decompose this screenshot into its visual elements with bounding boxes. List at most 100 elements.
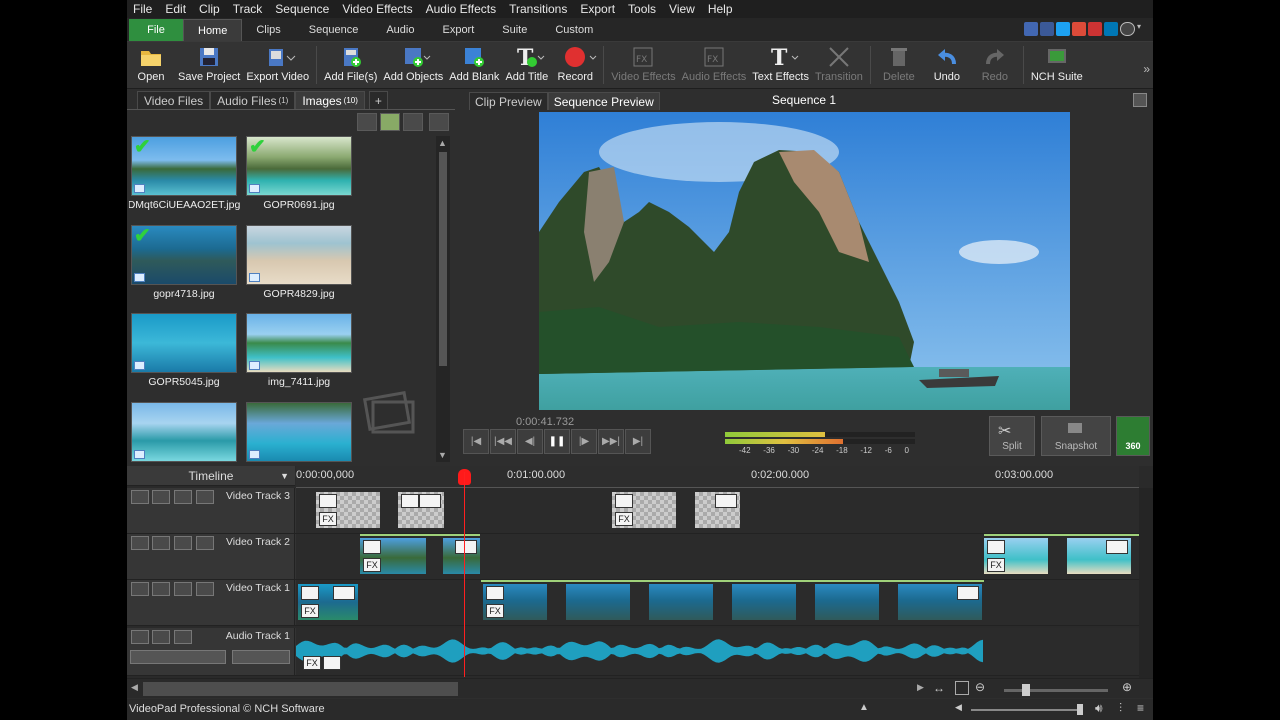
volume-down-icon[interactable]: ◀ (955, 702, 962, 713)
volume-slider[interactable] (130, 650, 226, 664)
go-to-start-icon[interactable]: |◀ (463, 429, 489, 454)
video-effects-button[interactable]: FX Video Effects (608, 46, 678, 83)
audio-effects-button[interactable]: FX Audio Effects (679, 46, 750, 83)
zoom-out-icon[interactable]: ⊖ (975, 680, 985, 694)
track-lane[interactable]: FX FX (296, 580, 1139, 625)
speaker-icon[interactable] (323, 656, 341, 670)
zoom-in-icon[interactable]: ⊕ (1122, 680, 1132, 694)
step-back-icon[interactable]: ◀| (517, 429, 543, 454)
time-ruler[interactable]: 0:00:00,000 0:01:00.000 0:02:00.000 0:03… (296, 466, 1139, 488)
video-360-button[interactable]: 360 (1116, 416, 1150, 456)
save-project-button[interactable]: Save Project (175, 46, 243, 83)
timeline-clip[interactable] (815, 584, 879, 620)
add-files-button[interactable]: Add File(s) (321, 46, 380, 83)
add-objects-button[interactable]: Add Objects (380, 46, 446, 83)
menu-sequence[interactable]: Sequence (275, 2, 329, 16)
previous-frame-icon[interactable]: |◀◀ (490, 429, 516, 454)
fx-icon[interactable]: FX (303, 656, 321, 670)
collapse-icon[interactable] (131, 582, 149, 596)
menu-transitions[interactable]: Transitions (509, 2, 567, 16)
like-icon[interactable] (1024, 22, 1038, 36)
tab-video-files[interactable]: Video Files (137, 91, 211, 109)
grid-icon[interactable] (174, 582, 192, 596)
scroll-thumb[interactable] (439, 152, 447, 366)
media-thumb[interactable] (246, 313, 352, 373)
nch-suite-button[interactable]: NCH Suite (1028, 46, 1086, 83)
timeline-hscroll[interactable]: ◀ ▶ ↔ ⊖ ⊕ (127, 678, 1153, 698)
menu-video-effects[interactable]: Video Effects (342, 2, 412, 16)
undock-icon[interactable] (1133, 93, 1147, 107)
track-lane[interactable]: FX FX (296, 534, 1139, 579)
next-frame-icon[interactable]: ▶▶| (598, 429, 624, 454)
media-thumb[interactable] (131, 402, 237, 462)
eye-icon[interactable] (152, 536, 170, 550)
tab-audio-files[interactable]: Audio Files (1) (210, 91, 296, 109)
media-thumb[interactable] (131, 313, 237, 373)
open-button[interactable]: Open (127, 46, 175, 83)
tab-export[interactable]: Export (428, 19, 488, 41)
tab-file[interactable]: File (129, 19, 183, 41)
settings-icon[interactable]: ≡ (1137, 701, 1144, 715)
zoom-fit-icon[interactable] (955, 681, 969, 695)
playhead[interactable] (464, 472, 465, 677)
scroll-thumb[interactable] (143, 682, 458, 696)
eye-icon[interactable] (152, 582, 170, 596)
zoom-slider[interactable] (1004, 684, 1108, 696)
tab-clip-preview[interactable]: Clip Preview (469, 92, 548, 110)
timeline-dropdown[interactable]: Timeline ▼ (127, 466, 295, 486)
media-thumb[interactable]: ✔ (131, 136, 237, 196)
media-thumb[interactable]: ✔ (246, 136, 352, 196)
transition-button[interactable]: Transition (812, 46, 866, 83)
media-thumb[interactable]: ✔ (131, 225, 237, 285)
grid-icon[interactable] (174, 536, 192, 550)
video-viewer[interactable] (539, 112, 1070, 410)
tab-sequence[interactable]: Sequence (295, 19, 373, 41)
text-effects-button[interactable]: T Text Effects (749, 45, 812, 83)
chevron-down-icon[interactable]: ▾ (1137, 22, 1145, 36)
media-thumb[interactable] (246, 402, 352, 462)
lock-icon[interactable] (174, 630, 192, 644)
timeline-clip[interactable]: FX (483, 584, 547, 620)
timeline-clip[interactable] (443, 538, 480, 574)
add-title-button[interactable]: T Add Title (502, 45, 551, 83)
menu-view[interactable]: View (669, 2, 695, 16)
menu-audio-effects[interactable]: Audio Effects (426, 2, 497, 16)
speaker-icon[interactable]: 🔊︎ (1095, 701, 1103, 716)
zoom-thumb[interactable] (1022, 684, 1030, 696)
split-button[interactable]: ✂ Split (989, 416, 1035, 456)
pan-slider[interactable] (232, 650, 290, 664)
undock-icon[interactable] (429, 113, 449, 131)
media-thumb[interactable] (246, 225, 352, 285)
timeline-clip[interactable] (695, 492, 740, 528)
speaker-icon[interactable] (152, 630, 170, 644)
toolbar-more-icon[interactable]: » (1143, 62, 1150, 76)
tab-sequence-preview[interactable]: Sequence Preview (547, 92, 660, 110)
lock-icon[interactable] (196, 536, 214, 550)
list-view-icon[interactable] (403, 113, 423, 131)
help-icon[interactable] (1120, 22, 1135, 36)
delete-button[interactable]: Delete (875, 46, 923, 83)
tab-home[interactable]: Home (183, 19, 243, 41)
collapse-icon[interactable] (131, 536, 149, 550)
trash-icon[interactable] (357, 113, 377, 131)
snapshot-button[interactable]: Snapshot (1041, 416, 1111, 456)
track-lane[interactable]: FX FX (296, 488, 1139, 533)
timeline-clip[interactable] (898, 584, 982, 620)
timeline-clip[interactable]: FX (612, 492, 676, 528)
redo-button[interactable]: Redo (971, 46, 1019, 83)
scroll-left-icon[interactable]: ◀ (131, 682, 138, 693)
timeline-clip[interactable] (398, 492, 444, 528)
timeline-clip[interactable] (1067, 538, 1131, 574)
expand-up-icon[interactable]: ▲ (859, 702, 869, 713)
undo-button[interactable]: Undo (923, 46, 971, 83)
scroll-up-icon[interactable]: ▲ (438, 138, 447, 148)
menu-track[interactable]: Track (233, 2, 263, 16)
facebook-icon[interactable] (1040, 22, 1054, 36)
timeline-clip[interactable]: FX (316, 492, 380, 528)
google-plus-icon[interactable] (1072, 22, 1086, 36)
tab-clips[interactable]: Clips (242, 19, 294, 41)
scroll-right-icon[interactable]: ▶ (917, 682, 924, 693)
tab-custom[interactable]: Custom (541, 19, 607, 41)
menu-tools[interactable]: Tools (628, 2, 656, 16)
master-volume-thumb[interactable] (1077, 704, 1083, 715)
